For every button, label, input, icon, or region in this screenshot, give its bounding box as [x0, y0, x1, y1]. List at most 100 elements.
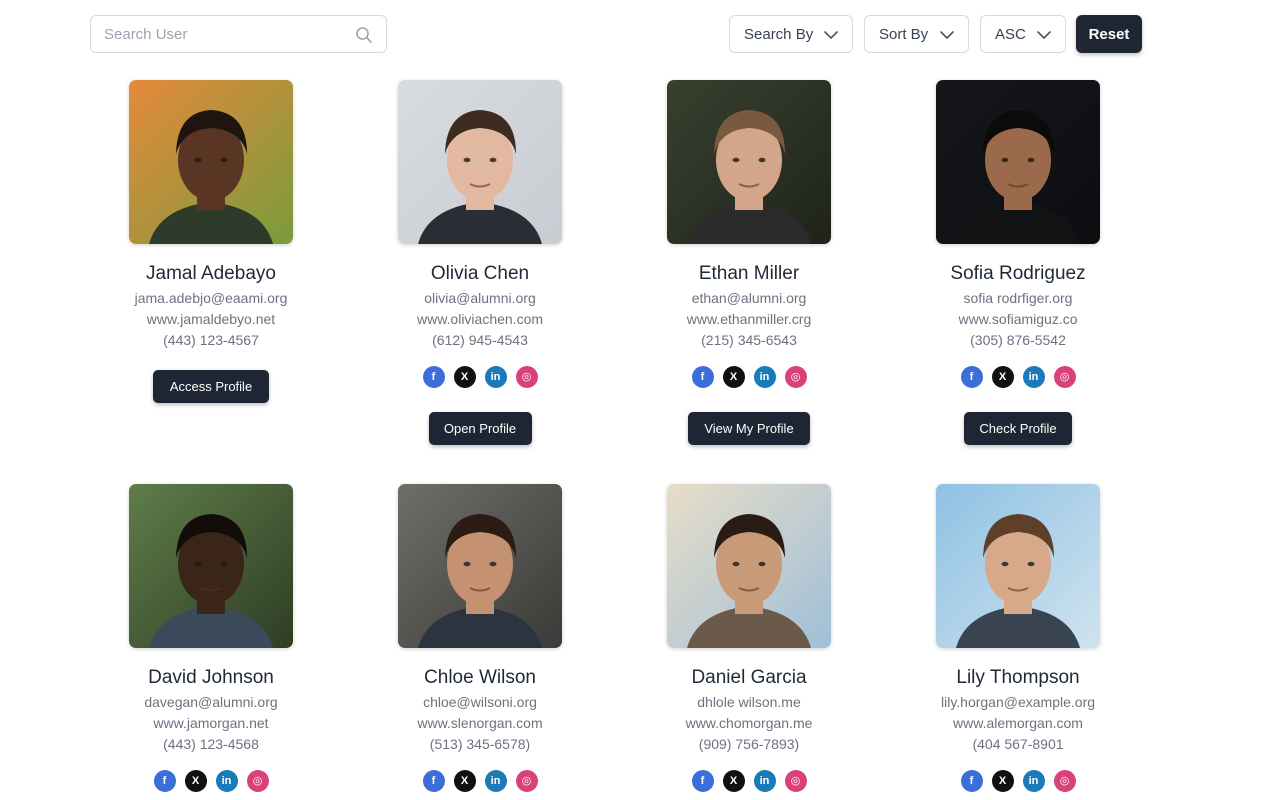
user-website: www.chomorgan.me: [685, 715, 813, 731]
sort-order-dropdown[interactable]: ASC: [980, 15, 1066, 53]
social-links: f X in ◎: [898, 770, 1138, 792]
facebook-icon[interactable]: f: [153, 770, 176, 792]
facebook-icon[interactable]: f: [691, 366, 714, 388]
x-twitter-icon[interactable]: X: [991, 770, 1014, 792]
facebook-icon[interactable]: f: [960, 366, 983, 388]
user-phone: (612) 945-4543: [432, 332, 528, 348]
chevron-down-icon: [940, 31, 954, 39]
user-phone: (305) 876-5542: [970, 332, 1066, 348]
profile-photo-frame: [667, 484, 831, 648]
instagram-icon[interactable]: ◎: [515, 366, 538, 388]
linkedin-icon[interactable]: in: [1022, 770, 1045, 792]
search-box[interactable]: [90, 15, 387, 53]
user-phone: (443) 123-4568: [163, 736, 259, 752]
search-icon[interactable]: [354, 25, 374, 45]
profile-photo: [129, 484, 293, 648]
x-twitter-icon[interactable]: X: [722, 770, 745, 792]
instagram-icon[interactable]: ◎: [1053, 366, 1076, 388]
instagram-icon[interactable]: ◎: [1053, 770, 1076, 792]
user-email: dhlole wilson.me: [697, 694, 801, 710]
user-email: chloe@wilsoni.org: [423, 694, 537, 710]
user-website: www.alemorgan.com: [953, 715, 1083, 731]
user-name: Sofia Rodriguez: [950, 263, 1086, 284]
profile-photo-frame: [129, 80, 293, 244]
profile-button[interactable]: View My Profile: [688, 412, 810, 445]
user-website: www.sofiamiguz.co: [958, 311, 1078, 327]
x-twitter-icon[interactable]: X: [453, 770, 476, 792]
linkedin-icon[interactable]: in: [753, 366, 776, 388]
search-input[interactable]: [91, 16, 341, 52]
profile-photo: [936, 484, 1100, 648]
social-links: f X in ◎: [629, 366, 869, 388]
profile-photo-frame: [936, 80, 1100, 244]
user-email: davegan@alumni.org: [144, 694, 278, 710]
user-phone: (215) 345-6543: [701, 332, 797, 348]
user-name: Chloe Wilson: [424, 667, 536, 688]
instagram-icon[interactable]: ◎: [784, 366, 807, 388]
social-links: f X in ◎: [360, 366, 600, 388]
chevron-down-icon: [1037, 31, 1051, 39]
user-name: Olivia Chen: [430, 263, 530, 284]
instagram-icon[interactable]: ◎: [515, 770, 538, 792]
x-twitter-icon[interactable]: X: [722, 366, 745, 388]
user-email: olivia@alumni.org: [424, 290, 536, 306]
facebook-icon[interactable]: f: [691, 770, 714, 792]
profile-button[interactable]: Access Profile: [153, 370, 269, 403]
sort-by-dropdown[interactable]: Sort By: [864, 15, 969, 53]
profile-photo: [936, 80, 1100, 244]
profile-photo-frame: [398, 484, 562, 648]
profile-photo-frame: [667, 80, 831, 244]
user-name: David Johnson: [148, 667, 274, 688]
profile-photo: [667, 484, 831, 648]
user-email: lily.horgan@example.org: [940, 694, 1096, 710]
chevron-down-icon: [824, 31, 838, 39]
user-phone: (513) 345-6578): [429, 736, 531, 752]
facebook-icon[interactable]: f: [422, 366, 445, 388]
user-website: www.jamaldebyo.net: [146, 311, 276, 327]
x-twitter-icon[interactable]: X: [184, 770, 207, 792]
user-website: www.ethanmiller.crg: [686, 311, 812, 327]
user-phone: (404 567-8901: [972, 736, 1064, 752]
user-website: www.slenorgan.com: [417, 715, 543, 731]
profile-photo: [667, 80, 831, 244]
profile-photo-frame: [936, 484, 1100, 648]
user-website: www.jamorgan.net: [153, 715, 269, 731]
search-by-label: Search By: [744, 25, 814, 43]
sort-by-label: Sort By: [879, 25, 929, 43]
social-links: f X in ◎: [91, 770, 331, 792]
profile-photo: [129, 80, 293, 244]
user-name: Lily Thompson: [956, 667, 1080, 688]
linkedin-icon[interactable]: in: [753, 770, 776, 792]
social-links: f X in ◎: [898, 366, 1138, 388]
user-email: jama.adebjo@eaami.org: [134, 290, 288, 306]
facebook-icon[interactable]: f: [422, 770, 445, 792]
user-website: www.oliviachen.com: [416, 311, 544, 327]
reset-button[interactable]: Reset: [1076, 15, 1142, 53]
profile-button[interactable]: Open Profile: [428, 412, 532, 445]
social-links: f X in ◎: [360, 770, 600, 792]
linkedin-icon[interactable]: in: [1022, 366, 1045, 388]
user-email: sofia rodrfiger.org: [963, 290, 1073, 306]
profile-photo: [398, 484, 562, 648]
user-phone: (909) 756-7893): [698, 736, 800, 752]
linkedin-icon[interactable]: in: [215, 770, 238, 792]
x-twitter-icon[interactable]: X: [453, 366, 476, 388]
search-by-dropdown[interactable]: Search By: [729, 15, 853, 53]
user-name: Daniel Garcia: [691, 667, 807, 688]
facebook-icon[interactable]: f: [960, 770, 983, 792]
profile-photo-frame: [398, 80, 562, 244]
social-links: f X in ◎: [629, 770, 869, 792]
linkedin-icon[interactable]: in: [484, 366, 507, 388]
user-name: Ethan Miller: [698, 263, 800, 284]
user-email: ethan@alumni.org: [691, 290, 807, 306]
linkedin-icon[interactable]: in: [484, 770, 507, 792]
profile-photo: [398, 80, 562, 244]
profile-button[interactable]: Check Profile: [964, 412, 1072, 445]
sort-order-label: ASC: [995, 25, 1026, 43]
user-phone: (443) 123-4567: [163, 332, 259, 348]
user-name: Jamal Adebayo: [146, 263, 276, 284]
instagram-icon[interactable]: ◎: [784, 770, 807, 792]
instagram-icon[interactable]: ◎: [246, 770, 269, 792]
profile-photo-frame: [129, 484, 293, 648]
x-twitter-icon[interactable]: X: [991, 366, 1014, 388]
